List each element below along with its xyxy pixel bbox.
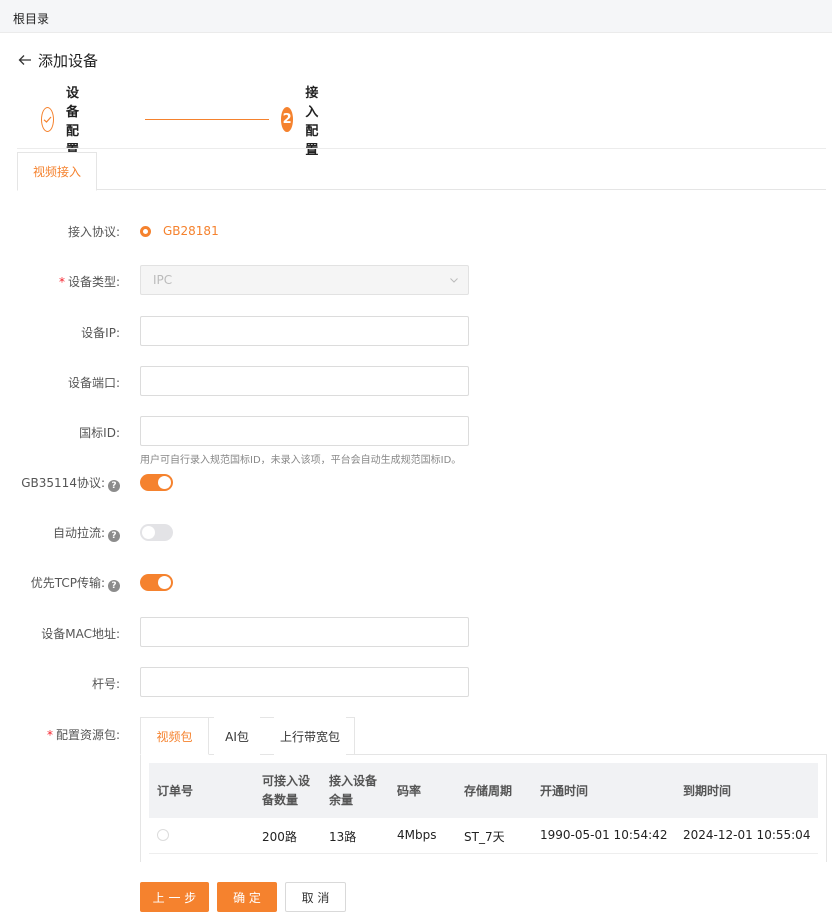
th-capacity-line1: 可接入设 [262,774,311,788]
pole-input[interactable] [140,667,469,697]
tcp-first-label: 优先TCP传输:? [31,574,120,592]
tab-bandwidth-package[interactable]: 上行带宽包 [274,717,346,755]
protocol-label: 接入协议: [67,225,120,239]
auto-pull-label: 自动拉流:? [53,524,120,542]
switch-knob [158,476,171,489]
mac-input[interactable] [140,617,469,647]
breadcrumb-root[interactable]: 根目录 [13,10,49,27]
arrow-left-icon[interactable] [18,53,32,67]
switch-knob [142,526,155,539]
th-start-time: 开通时间 [540,784,589,798]
device-ip-label: 设备IP: [81,326,120,340]
pole-label: 杆号: [91,677,120,691]
td-end-time: 2024-12-01 10:55:04 [683,828,811,842]
access-tabs: 视频接入 [17,148,826,191]
step-device-config: 设备配置 [41,86,91,158]
top-bar: 根目录 [0,0,832,33]
check-icon [43,116,52,123]
table-row-radio[interactable] [157,829,169,841]
page-title: 添加设备 [38,51,99,70]
step-connector [145,119,269,120]
step-number: 2 [281,107,294,132]
td-start-time: 1990-05-01 10:54:42 [540,828,668,842]
table-row-divider [149,853,818,854]
tab-ai-package[interactable]: AI包 [214,717,260,755]
switch-knob [158,576,171,589]
package-label: * 配置资源包: [46,728,120,742]
question-circle-icon[interactable]: ? [108,580,120,592]
gb-id-label: 国标ID: [79,426,120,440]
prev-step-button[interactable]: 上 一 步 [140,882,209,912]
th-remaining-line2: 余量 [329,793,354,807]
gb-id-hint: 用户可自行录入规范国标ID，未录入该项，平台会自动生成规范国标ID。 [140,455,462,466]
th-order: 订单号 [157,784,194,798]
device-port-label: 设备端口: [67,376,120,390]
th-end-time: 到期时间 [683,784,732,798]
td-bitrate: 4Mbps [397,828,437,842]
package-tabs: 视频包 AI包 上行带宽包 [140,717,827,755]
cancel-button[interactable]: 取 消 [285,882,346,912]
gb35114-switch[interactable] [140,474,173,491]
th-remaining-line1: 接入设备 [329,774,378,788]
device-type-select[interactable]: IPC [140,265,469,295]
tab-video-package[interactable]: 视频包 [140,717,209,755]
gb35114-label: GB35114协议:? [21,474,120,492]
question-circle-icon[interactable]: ? [108,480,120,492]
device-type-value: IPC [153,273,173,287]
td-storage: ST_7天 [464,830,505,844]
protocol-radio[interactable]: GB28181 [140,224,219,238]
td-remaining: 13路 [329,830,357,844]
th-storage: 存储周期 [464,784,513,798]
th-capacity-line2: 备数量 [262,793,299,807]
step-done-circle [41,107,55,132]
radio-checked-dot [140,225,151,237]
td-capacity: 200路 [262,830,297,844]
auto-pull-switch[interactable] [140,524,173,541]
th-bitrate: 码率 [397,784,422,798]
chevron-down-icon [450,278,458,283]
step-label: 接入配置 [305,85,319,158]
confirm-button[interactable]: 确 定 [217,882,277,912]
step-access-config: 2 接入配置 [281,86,331,158]
tab-video-access[interactable]: 视频接入 [17,152,97,191]
device-ip-input[interactable] [140,316,469,346]
gb-id-input[interactable] [140,416,469,446]
page-header: 添加设备 [18,50,98,70]
step-label: 设备配置 [66,85,80,158]
device-port-input[interactable] [140,366,469,396]
protocol-value: GB28181 [163,224,219,238]
question-circle-icon[interactable]: ? [108,530,120,542]
mac-label: 设备MAC地址: [41,627,120,641]
device-type-label: * 设备类型: [58,275,120,289]
tcp-first-switch[interactable] [140,574,173,591]
